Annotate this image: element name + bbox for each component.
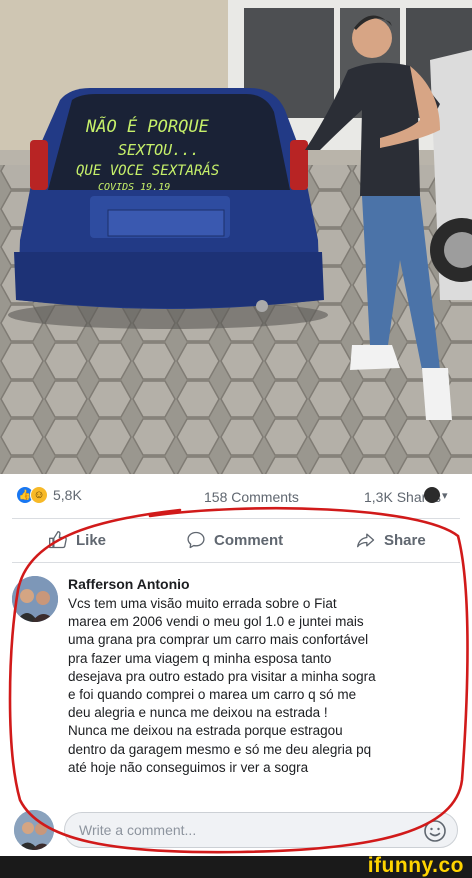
write-comment-input[interactable]: Write a comment... — [64, 812, 458, 848]
mini-avatar — [424, 487, 440, 503]
like-label: Like — [76, 531, 107, 549]
post-actions: Like Comment Share — [0, 524, 472, 562]
avatar-image — [14, 810, 54, 850]
reactions-count: 5,8K — [53, 487, 82, 503]
window-text-line4: COVIDS 19.19 — [98, 182, 170, 193]
thumbs-up-icon — [49, 531, 67, 549]
divider — [12, 562, 460, 563]
share-button[interactable]: Share — [356, 530, 426, 550]
reaction-audience-selector[interactable]: ▾ — [424, 487, 448, 503]
current-user-avatar — [14, 810, 54, 850]
haha-reaction-icon: ☺ — [30, 486, 48, 504]
reaction-stats-bar: 👍 ☺ 5,8K 158 Comments 1,3K Shares ▾ — [0, 480, 472, 512]
avatar-image — [12, 576, 58, 622]
reactions-summary[interactable]: 👍 ☺ 5,8K — [16, 486, 82, 504]
comment-button[interactable]: Comment — [186, 530, 283, 550]
watermark-bar: ifunny.co — [0, 854, 472, 878]
commenter-avatar[interactable] — [12, 576, 58, 622]
comment-item: Rafferson Antonio Vcs tem uma visão muit… — [0, 568, 472, 798]
post-photo[interactable]: NÃO É PORQUE SEXTOU... QUE VOCE SEXTARÁS… — [0, 0, 472, 474]
write-comment-placeholder: Write a comment... — [79, 822, 197, 838]
photo-scene: NÃO É PORQUE SEXTOU... QUE VOCE SEXTARÁS… — [0, 0, 472, 474]
share-icon — [357, 533, 375, 548]
comment-text: Vcs tem uma visão muito errada sobre o F… — [68, 596, 376, 775]
comments-count-link[interactable]: 158 Comments — [204, 489, 299, 505]
write-comment-row: Write a comment... — [0, 806, 472, 856]
window-text-line3: QUE VOCE SEXTARÁS — [76, 162, 219, 179]
chevron-down-icon: ▾ — [442, 489, 448, 502]
window-text-line1: NÃO É PORQUE — [85, 115, 210, 137]
emoji-icon[interactable] — [423, 819, 447, 843]
comment-label: Comment — [214, 531, 284, 549]
ifunny-watermark: ifunny.co — [367, 854, 464, 877]
like-button[interactable]: Like — [48, 530, 106, 550]
share-label: Share — [384, 531, 426, 549]
comment-author-name[interactable]: Rafferson Antonio — [68, 576, 190, 592]
comment-icon — [187, 531, 205, 549]
window-text-line2: SEXTOU... — [118, 141, 199, 159]
divider — [12, 518, 460, 519]
